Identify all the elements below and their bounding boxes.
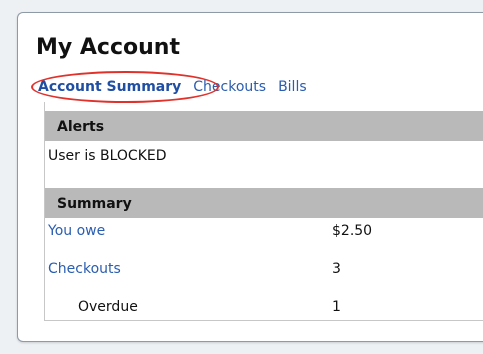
- tab-bills[interactable]: Bills: [278, 79, 307, 95]
- summary-row-checkouts: Checkouts 3: [45, 258, 345, 280]
- checkouts-value: 3: [332, 261, 341, 277]
- overdue-label: Overdue: [78, 299, 138, 315]
- you-owe-link[interactable]: You owe: [48, 220, 105, 242]
- tab-account-summary[interactable]: Account Summary: [38, 79, 181, 95]
- summary-row-you-owe: You owe $2.50: [45, 220, 372, 242]
- account-tabs: Account Summary Checkouts Bills: [38, 77, 319, 97]
- tab-checkouts[interactable]: Checkouts: [193, 79, 266, 95]
- summary-row-overdue: Overdue 1: [45, 296, 345, 318]
- page-title: My Account: [36, 35, 180, 60]
- account-panel: My Account Account Summary Checkouts Bil…: [17, 12, 483, 342]
- checkouts-link[interactable]: Checkouts: [48, 258, 121, 280]
- alerts-header: Alerts: [45, 111, 483, 141]
- overdue-value: 1: [332, 299, 341, 315]
- alert-message: User is BLOCKED: [48, 148, 167, 164]
- content-area: Alerts User is BLOCKED Summary You owe $…: [44, 102, 483, 321]
- you-owe-value: $2.50: [332, 223, 373, 239]
- summary-header: Summary: [45, 188, 483, 218]
